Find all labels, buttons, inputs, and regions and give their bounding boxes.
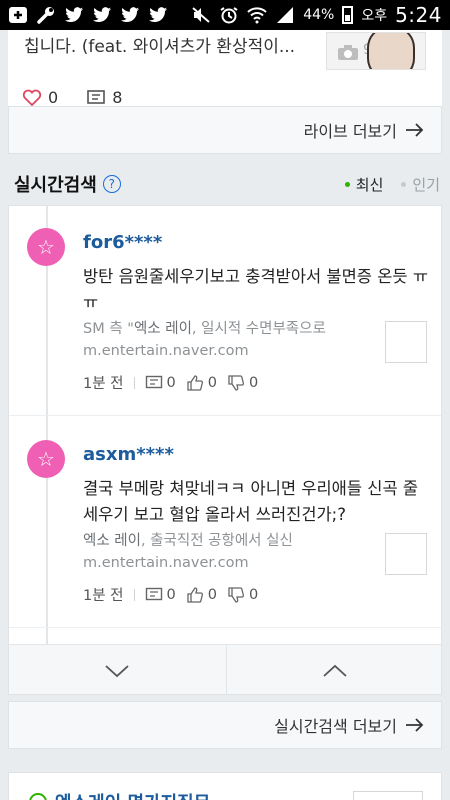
bottom-article-card[interactable]: 엑소레이 명가지집무 (8, 772, 442, 800)
thumbs-up-icon (187, 586, 203, 603)
source-domain: m.entertain.naver.com (83, 555, 249, 571)
post-time: 1분 전 (83, 588, 124, 604)
star-avatar-icon: ☆ (27, 228, 65, 266)
list-item[interactable]: ☆ asxm**** 결국 부메랑 쳐맞네ㅋㅋ 아니면 우리애들 신곡 줄세우기… (9, 418, 441, 628)
bottom-article-title[interactable]: 엑소레이 명가지집무 (29, 789, 210, 800)
post-meta: 1분 전 0 0 0 (83, 372, 264, 393)
inactive-dot-icon (401, 181, 407, 187)
active-dot-icon (344, 181, 350, 187)
signal-icon (277, 7, 294, 23)
add-icon (9, 7, 27, 23)
comment-icon (145, 587, 162, 600)
like-count: 0 (207, 374, 217, 391)
source-highlight: 엑소 레이 (133, 321, 192, 337)
camera-icon (338, 45, 358, 60)
battery-icon (342, 6, 354, 24)
thumbs-down-icon (228, 374, 245, 391)
like-button[interactable] (186, 374, 204, 392)
list-item[interactable]: ☆ for6**** 방탄 음원줄세우기보고 충격받아서 불면증 온듯 ㅠㅠ S… (9, 206, 441, 416)
live-more-label: 라이브 더보기 (303, 122, 397, 141)
like-count: 0 (48, 88, 59, 107)
dislike-button[interactable] (227, 586, 245, 604)
comment-count: 8 (112, 88, 123, 107)
dislike-count: 0 (248, 374, 259, 391)
twitter-icon (149, 7, 167, 22)
like-button[interactable] (186, 586, 204, 604)
comment-count: 0 (166, 586, 176, 603)
sort-latest-label: 최신 (355, 175, 384, 194)
twitter-icon (65, 7, 83, 22)
source-rest: , 출국직전 공항에서 실신 (140, 533, 293, 549)
sort-popular-tab[interactable]: 인기 (401, 174, 440, 195)
source-thumbnail[interactable] (385, 321, 427, 363)
article-thumbnail[interactable]: 9 (326, 32, 426, 70)
username[interactable]: for6**** (83, 232, 162, 253)
source-thumbnail[interactable] (385, 533, 427, 575)
comment-icon (145, 375, 162, 388)
live-more-button[interactable]: 라이브 더보기 (8, 106, 442, 154)
post-text[interactable]: 방탄 음원줄세우기보고 충격받아서 불면증 온듯 ㅠㅠ (83, 264, 433, 316)
scroll-down-button[interactable] (9, 645, 226, 694)
post-meta: 1분 전 0 0 0 (83, 584, 264, 605)
source-domain: m.entertain.naver.com (83, 343, 249, 359)
notification-icons (8, 6, 168, 24)
article-stats: 0 8 (22, 88, 122, 107)
status-bar: 44% 오후 5:24 (0, 0, 450, 30)
realtime-more-label: 실시간검색 더보기 (274, 717, 397, 736)
battery-percent: 44% (303, 7, 335, 23)
twitter-icon (93, 7, 111, 22)
wifi-icon (247, 7, 267, 24)
source-rest: , 일시적 수면부족으로 (191, 321, 326, 337)
arrow-right-icon (406, 718, 424, 732)
username[interactable]: asxm**** (83, 444, 174, 465)
twitter-icon (121, 7, 139, 22)
comment-icon[interactable] (86, 89, 106, 107)
bottom-thumbnail[interactable] (353, 791, 423, 800)
source-highlight: 엑소 레이 (83, 533, 141, 549)
alarm-icon (220, 7, 238, 24)
mute-icon (192, 7, 210, 23)
portrait-photo (367, 33, 415, 69)
realtime-more-button[interactable]: 실시간검색 더보기 (8, 701, 442, 749)
ring-icon (29, 793, 47, 800)
thumbs-down-icon (228, 586, 245, 603)
post-text[interactable]: 결국 부메랑 쳐맞네ㅋㅋ 아니면 우리애들 신곡 줄세우기 보고 혈압 올라서 … (83, 476, 433, 528)
source-link[interactable]: SM 측 "엑소 레이, 일시적 수면부족으로 m.entertain.nave… (83, 318, 363, 362)
like-count: 0 (207, 586, 217, 603)
source-prefix: SM 측 " (83, 321, 134, 337)
system-icons: 44% 오후 5:24 (191, 3, 442, 27)
scroll-up-button[interactable] (225, 645, 442, 694)
heart-icon[interactable] (22, 89, 42, 107)
comment-button[interactable] (145, 587, 163, 603)
sort-latest-tab[interactable]: 최신 (344, 174, 384, 195)
realtime-search-header: 실시간검색 ? 최신 인기 (0, 168, 450, 200)
thumbs-up-icon (187, 374, 203, 391)
star-avatar-icon: ☆ (27, 440, 65, 478)
arrow-right-icon (406, 123, 424, 137)
feed-pager (9, 644, 442, 694)
sort-popular-label: 인기 (412, 175, 440, 194)
bottom-article-title-text: 엑소레이 명가지집무 (55, 789, 210, 800)
time-prefix: 오후 (361, 8, 388, 24)
chevron-down-icon (105, 664, 129, 677)
wrench-icon (37, 7, 54, 24)
realtime-feed: ☆ for6**** 방탄 음원줄세우기보고 충격받아서 불면증 온듯 ㅠㅠ S… (8, 205, 442, 695)
help-icon[interactable]: ? (102, 175, 121, 193)
divider (133, 376, 135, 389)
article-snippet[interactable]: 칩니다. (feat. 와이셔츠가 환상적이... (24, 32, 324, 57)
dislike-button[interactable] (227, 374, 245, 392)
comment-button[interactable] (145, 375, 163, 391)
sort-tabs: 최신 인기 (344, 174, 440, 195)
post-time: 1분 전 (83, 376, 124, 392)
source-link[interactable]: 엑소 레이, 출국직전 공항에서 실신 m.entertain.naver.co… (83, 530, 363, 574)
section-title: 실시간검색 (14, 175, 97, 196)
clock: 5:24 (395, 3, 442, 27)
dislike-count: 0 (248, 586, 259, 603)
comment-count: 0 (166, 374, 176, 391)
divider (133, 588, 135, 601)
chevron-up-icon (323, 664, 347, 677)
